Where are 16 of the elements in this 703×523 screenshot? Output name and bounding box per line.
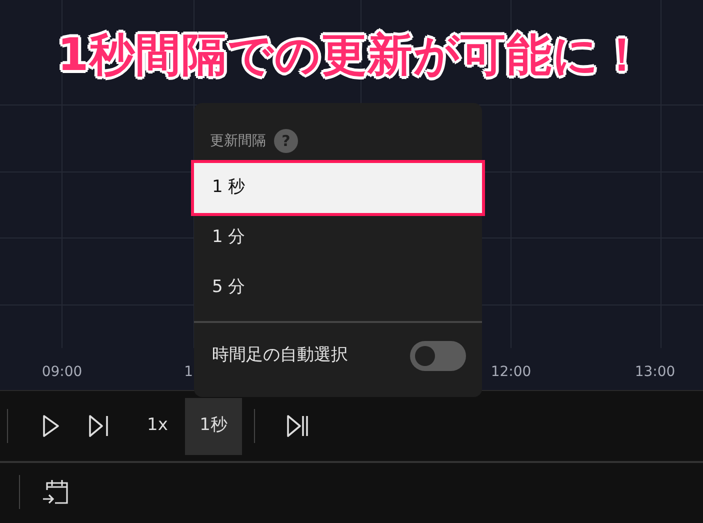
interval-button[interactable]: 1秒 — [185, 398, 242, 454]
time-axis-label: 09:00 — [42, 364, 82, 380]
speed-button[interactable]: 1x — [130, 398, 185, 454]
headline-text: 1秒間隔での更新が可能に！ — [56, 28, 647, 82]
interval-option[interactable]: 5 分 — [194, 263, 482, 313]
time-axis-label: 1 — [184, 364, 193, 380]
time-axis-label: 13:00 — [634, 364, 676, 380]
menu-title: 更新間隔 — [210, 132, 266, 150]
step-forward-icon[interactable] — [86, 413, 110, 439]
skip-to-end-icon[interactable] — [285, 413, 311, 439]
interval-option[interactable]: 1 秒 — [194, 163, 482, 213]
auto-select-label: 時間足の自動選択 — [212, 344, 348, 368]
calendar-arrow-icon[interactable] — [41, 477, 71, 507]
toggle-switch[interactable] — [410, 341, 466, 371]
time-axis-label: 12:00 — [490, 364, 532, 380]
interval-option[interactable]: 1 分 — [194, 213, 482, 263]
